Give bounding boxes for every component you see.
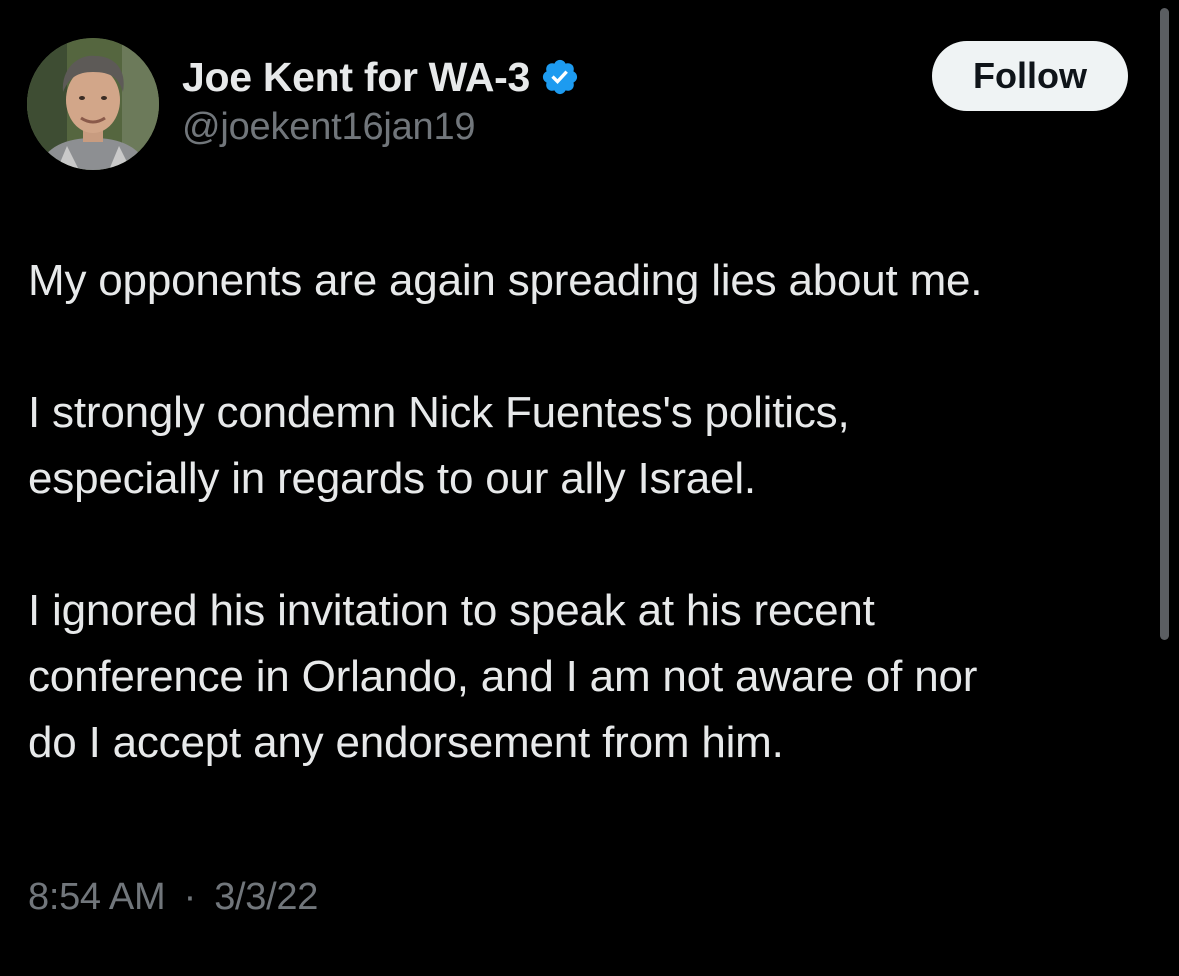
tweet-date[interactable]: 3/3/22 [214,876,318,918]
avatar-photo-icon [27,38,159,170]
tweet-line: especially in regards to our ally Israel… [28,454,756,503]
user-handle[interactable]: @joekent16jan19 [182,106,476,149]
tweet-text: My opponents are again spreading lies ab… [28,248,1153,776]
author-name-row[interactable]: Joe Kent for WA-3 [182,50,580,104]
tweet-time[interactable]: 8:54 AM [28,876,166,918]
tweet-line: conference in Orlando, and I am not awar… [28,652,978,701]
tweet-line: I ignored his invitation to speak at his… [28,586,875,635]
follow-button[interactable]: Follow [932,41,1128,111]
tweet-line: I strongly condemn Nick Fuentes's politi… [28,388,850,437]
avatar[interactable] [27,38,159,170]
timestamp[interactable]: 8:54 AM · 3/3/22 [28,876,318,919]
tweet: Joe Kent for WA-3 @joekent16jan19 Follow… [0,0,1179,976]
display-name[interactable]: Joe Kent for WA-3 [182,54,530,101]
tweet-line: do I accept any endorsement from him. [28,718,784,767]
verified-badge-icon[interactable] [540,57,580,97]
tweet-line: My opponents are again spreading lies ab… [28,256,983,305]
timestamp-separator: · [183,876,197,918]
scrollbar[interactable] [1160,8,1169,640]
